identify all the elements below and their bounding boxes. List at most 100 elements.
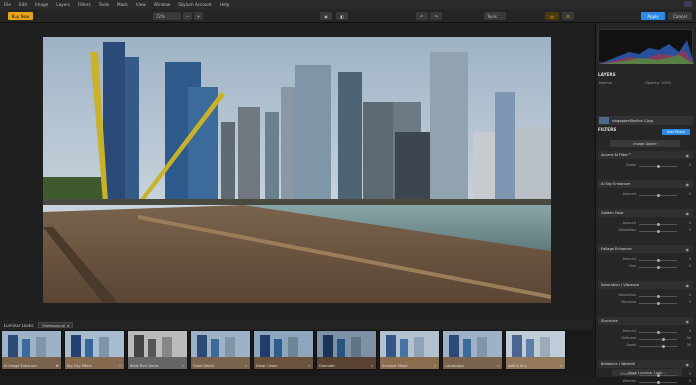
slider-knob[interactable]: [656, 164, 660, 168]
menu-window[interactable]: Window: [154, 2, 171, 7]
tools-dropdown[interactable]: Tools: [484, 12, 506, 20]
zoom-in-button[interactable]: +: [194, 12, 203, 20]
filter-header[interactable]: Accent AI Filter™ ◉: [598, 151, 693, 159]
filter-slider[interactable]: Vividness 0: [598, 372, 693, 378]
slider-knob[interactable]: [656, 193, 660, 197]
look-thumbnail[interactable]: AI Image Enhancer ★: [1, 330, 62, 370]
visibility-eye-icon[interactable]: ◉: [686, 153, 690, 158]
preview-eye-icon[interactable]: ◉: [320, 12, 332, 20]
look-thumbnail[interactable]: Summer Mood ☆: [379, 330, 440, 370]
filter-slider[interactable]: Hue 0: [598, 264, 693, 270]
filter-header[interactable]: Foliage Enhancer ◉: [598, 245, 693, 253]
star-icon[interactable]: ☆: [307, 363, 311, 368]
star-icon[interactable]: ☆: [370, 363, 374, 368]
panels-icon[interactable]: ▤: [545, 12, 559, 20]
filter-header[interactable]: Structure ◉: [598, 317, 693, 325]
buy-now-button[interactable]: Buy Now: [8, 12, 33, 20]
undo-icon[interactable]: ↶: [416, 12, 428, 20]
image-aware-button[interactable]: Image Aware: [610, 140, 680, 147]
histogram: [598, 29, 694, 64]
star-icon[interactable]: ☆: [244, 363, 248, 368]
filter-header[interactable]: AI Sky Enhancer ◉: [598, 180, 693, 188]
slider-value: 0: [688, 221, 691, 225]
slider-value: 0: [688, 163, 691, 167]
layer-item[interactable]: singaporeSkyline-1.jpg: [598, 116, 693, 125]
filter-slider[interactable]: Amount 0: [598, 329, 693, 335]
look-label: Deep Colors: [256, 364, 278, 368]
look-thumbnail[interactable]: Soft & Airy ☆: [505, 330, 566, 370]
star-icon[interactable]: ☆: [559, 363, 563, 368]
look-thumbnail[interactable]: B&W Rich Darks ☆: [127, 330, 188, 370]
blend-mode-dropdown[interactable]: Normal: [599, 81, 612, 85]
filter-slider[interactable]: Boost 0: [598, 163, 693, 169]
menu-view[interactable]: View: [136, 2, 146, 7]
filter-header[interactable]: Brilliance / Warmth ◉: [598, 360, 693, 368]
layers-title: LAYERS: [598, 72, 616, 77]
slider-knob[interactable]: [656, 222, 660, 226]
cancel-button[interactable]: Cancel: [668, 12, 692, 20]
settings-icon[interactable]: ⚙: [562, 12, 574, 20]
filter-header[interactable]: Golden Hour ◉: [598, 209, 693, 217]
filter-name: AI Sky Enhancer: [601, 182, 631, 186]
star-icon[interactable]: ☆: [496, 363, 500, 368]
main-photo[interactable]: [43, 37, 551, 303]
filter-slider[interactable]: Vibrance 0: [598, 300, 693, 306]
look-label: Big City Effect: [67, 364, 92, 368]
menu-edit[interactable]: Edit: [19, 2, 27, 7]
filter-slider[interactable]: Warmth 0: [598, 379, 693, 385]
filter-slider[interactable]: Amount 0: [598, 221, 693, 227]
look-thumbnail[interactable]: Dramatic ☆: [316, 330, 377, 370]
add-filters-button[interactable]: Add Filters: [662, 129, 690, 135]
slider-knob[interactable]: [656, 330, 660, 334]
slider-knob[interactable]: [656, 265, 660, 269]
menu-mask[interactable]: Mask: [117, 2, 128, 7]
redo-icon[interactable]: ↷: [430, 12, 442, 20]
zoom-out-button[interactable]: −: [183, 12, 192, 20]
look-label: Landscape: [445, 364, 464, 368]
filter-slider[interactable]: Boost 30: [598, 343, 693, 349]
compare-icon[interactable]: ◧: [336, 12, 348, 20]
menu-layers[interactable]: Layers: [56, 2, 70, 7]
menu-tools[interactable]: Tools: [99, 2, 109, 7]
slider-knob[interactable]: [656, 380, 660, 384]
star-icon[interactable]: ☆: [433, 363, 437, 368]
star-icon[interactable]: ☆: [118, 363, 122, 368]
slider-knob[interactable]: [656, 229, 660, 233]
visibility-eye-icon[interactable]: ◉: [686, 362, 690, 367]
filter-slider[interactable]: Amount 0: [598, 257, 693, 263]
menu-help[interactable]: Help: [220, 2, 230, 7]
filter-slider[interactable]: Amount 0: [598, 192, 693, 198]
visibility-eye-icon[interactable]: ◉: [686, 319, 690, 324]
opacity-field[interactable]: Opacity: 100%: [645, 81, 671, 85]
apply-button[interactable]: Apply: [641, 12, 665, 20]
slider-knob[interactable]: [656, 373, 660, 377]
menu-file[interactable]: File: [4, 2, 11, 7]
menu-image[interactable]: Image: [35, 2, 48, 7]
menu-skylum-account[interactable]: Skylum Account: [178, 2, 212, 7]
slider-knob[interactable]: [662, 344, 666, 348]
visibility-eye-icon[interactable]: ◉: [686, 283, 690, 288]
filter-slider[interactable]: Softness 30: [598, 336, 693, 342]
slider-track[interactable]: [639, 339, 677, 340]
star-icon[interactable]: ☆: [181, 363, 185, 368]
look-thumbnail[interactable]: Deep Colors ☆: [253, 330, 314, 370]
slider-knob[interactable]: [656, 301, 660, 305]
filter-name: Accent AI Filter™: [601, 153, 632, 157]
slider-knob[interactable]: [662, 337, 666, 341]
looks-category-dropdown[interactable]: Professional ▾: [38, 322, 74, 328]
visibility-eye-icon[interactable]: ◉: [686, 211, 690, 216]
filter-slider[interactable]: Saturation 0: [598, 293, 693, 299]
look-thumbnail[interactable]: Good Detail ☆: [190, 330, 251, 370]
look-thumbnail[interactable]: Landscape ☆: [442, 330, 503, 370]
slider-knob[interactable]: [656, 258, 660, 262]
star-icon[interactable]: ★: [55, 363, 59, 368]
filter-header[interactable]: Saturation / Vibrance ◉: [598, 281, 693, 289]
slider-track[interactable]: [639, 346, 677, 347]
look-thumbnail[interactable]: Big City Effect ☆: [64, 330, 125, 370]
visibility-eye-icon[interactable]: ◉: [686, 247, 690, 252]
filter-slider[interactable]: Saturation 0: [598, 228, 693, 234]
zoom-dropdown[interactable]: 72%: [153, 12, 181, 20]
visibility-eye-icon[interactable]: ◉: [686, 182, 690, 187]
menu-filters[interactable]: Filters: [78, 2, 91, 7]
slider-knob[interactable]: [656, 294, 660, 298]
